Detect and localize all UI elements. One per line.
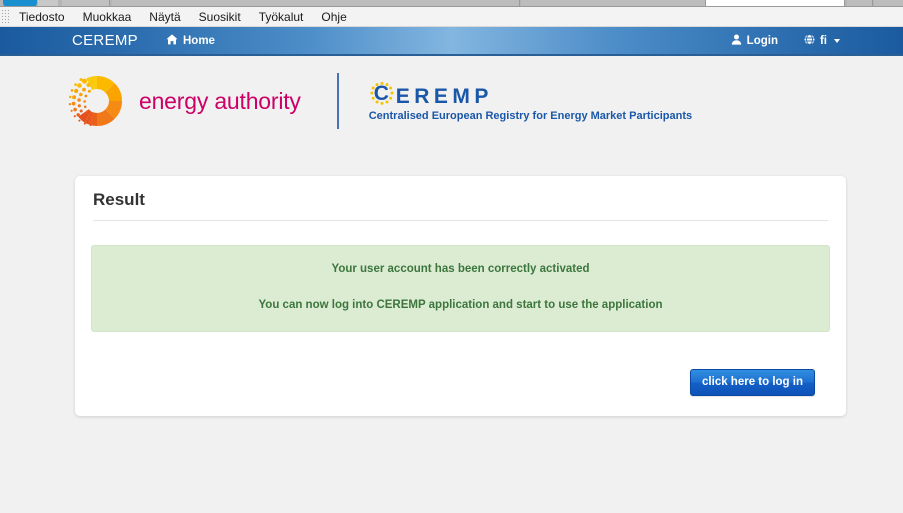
nav-item-home[interactable]: Home	[166, 33, 215, 48]
ceremp-logo: C EREMP Centralised European Registry fo…	[369, 81, 692, 122]
menu-item-muokkaa[interactable]: Muokkaa	[74, 7, 141, 27]
menu-item-tiedosto[interactable]: Tiedosto	[10, 7, 74, 27]
browser-chrome: Tiedosto Muokkaa Näytä Suosikit Työkalut…	[0, 0, 903, 27]
chevron-down-icon	[834, 38, 840, 43]
ceremp-subtitle: Centralised European Registry for Energy…	[368, 109, 693, 122]
click-here-to-log-in-button[interactable]: click here to log in	[690, 368, 815, 396]
ceremp-acronym: C EREMP	[369, 81, 692, 109]
logo-band: energy authority C EREMP Centralised Eur…	[0, 56, 903, 146]
logo-divider	[336, 73, 339, 129]
success-alert: Your user account has been correctly act…	[91, 245, 830, 332]
menu-item-ohje[interactable]: Ohje	[312, 7, 355, 27]
dissolving-donut-logo-icon	[68, 72, 126, 130]
user-icon	[731, 34, 742, 48]
browser-toolbar-segment-5[interactable]	[874, 0, 903, 6]
browser-toolbar-segment-4[interactable]	[847, 0, 873, 6]
navbar-brand[interactable]: CEREMP	[72, 32, 138, 49]
home-icon	[166, 33, 178, 48]
nav-item-home-label: Home	[182, 34, 215, 47]
page-title: Result	[93, 176, 828, 221]
nav-item-login-label: Login	[746, 34, 778, 47]
nav-item-language[interactable]: fi	[804, 33, 840, 48]
browser-address-bar[interactable]	[705, 0, 845, 6]
ceremp-letter-c: C	[373, 81, 389, 105]
menu-item-tyokalut[interactable]: Työkalut	[250, 7, 313, 27]
success-alert-line-2: You can now log into CEREMP application …	[258, 298, 663, 311]
app-navbar: CEREMP Home Login fi	[0, 27, 903, 56]
ceremp-c-with-stars: C	[369, 81, 395, 109]
menu-item-suosikit[interactable]: Suosikit	[190, 7, 250, 27]
menu-bar-drag-handle[interactable]	[1, 8, 10, 25]
browser-menu-bar: Tiedosto Muokkaa Näytä Suosikit Työkalut…	[0, 7, 903, 27]
panel-body: Your user account has been correctly act…	[75, 221, 846, 396]
success-alert-line-1: Your user account has been correctly act…	[331, 263, 590, 275]
nav-item-language-label: fi	[819, 34, 827, 47]
result-panel: Result Your user account has been correc…	[75, 176, 846, 416]
energy-authority-wordmark: energy authority	[139, 87, 301, 114]
menu-item-nayta[interactable]: Näytä	[140, 7, 189, 27]
nav-item-login[interactable]: Login	[731, 34, 778, 48]
globe-icon	[804, 33, 815, 48]
ceremp-acronym-rest: EREMP	[395, 84, 493, 108]
navbar-right-group: Login fi	[731, 33, 840, 48]
energy-authority-logo: energy authority	[68, 72, 301, 130]
panel-footer: click here to log in	[91, 332, 830, 396]
